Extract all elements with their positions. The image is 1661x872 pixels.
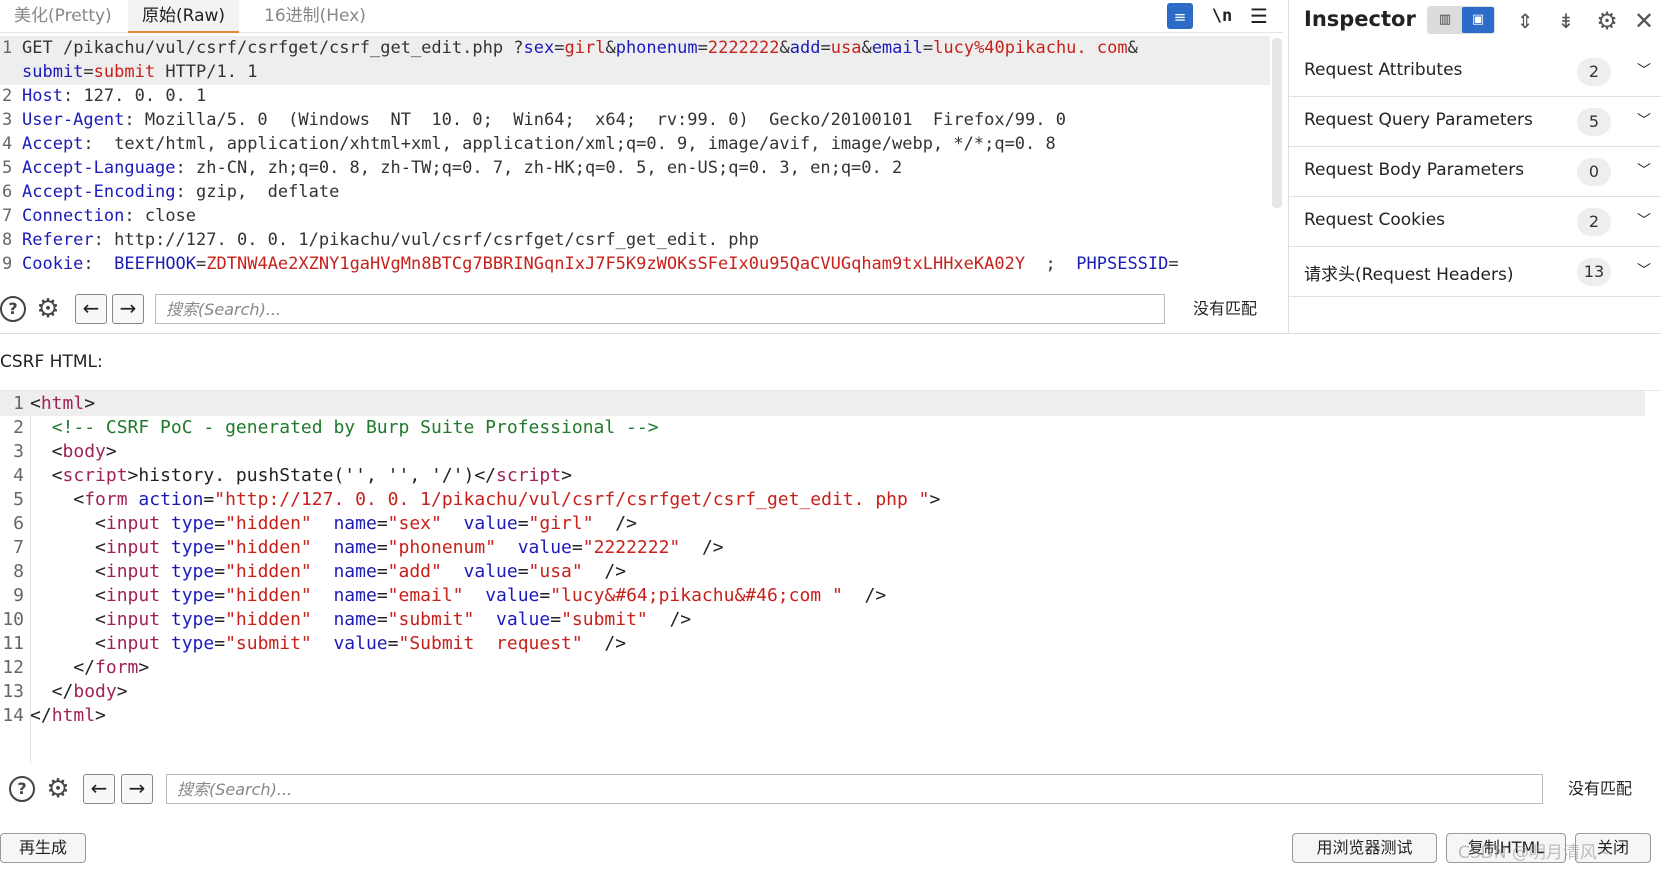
tab-pretty[interactable]: 美化(Pretty) — [0, 0, 126, 33]
code-line: 8 <input type="hidden" name="add" value=… — [13, 561, 627, 582]
watermark: CSDN @明月清风~ — [1458, 843, 1612, 863]
csrf-html-editor[interactable]: 1 <html> 2 <!-- CSRF PoC - generated by B… — [0, 390, 1661, 763]
csrf-search-bar: ? ⚙ ← → 没有匹配 — [0, 769, 1661, 809]
code-line: 2 <!-- CSRF PoC - generated by Burp Suit… — [13, 417, 659, 438]
code-line: 12 </form> — [2, 657, 150, 678]
chevron-down-icon[interactable]: ﹀ — [1637, 260, 1651, 280]
close-icon[interactable]: ✕ — [1629, 6, 1659, 36]
prev-match-button[interactable]: ← — [83, 774, 115, 804]
wrap-text-icon[interactable]: ≡ — [1167, 3, 1193, 29]
editor-tabbar: 美化(Pretty) 原始(Raw) 16进制(Hex) ≡ \n ☰ — [0, 0, 1283, 33]
code-line: 4 <script>history. pushState('', '', '/'… — [13, 465, 572, 486]
inspector-panel: Inspector ▥ ▣ ⇕ ⇟ ⚙ ✕ Request Attributes… — [1288, 0, 1661, 333]
chevron-down-icon[interactable]: ﹀ — [1637, 210, 1651, 230]
section-count-badge: 5 — [1577, 108, 1611, 136]
section-count-badge: 0 — [1577, 158, 1611, 186]
csrf-search-input[interactable] — [166, 774, 1543, 804]
csrf-html-label: CSRF HTML: — [0, 352, 103, 372]
chevron-down-icon[interactable]: ﹀ — [1637, 110, 1651, 130]
request-editor[interactable]: 1 GET /pikachu/vul/csrf/csrfget/csrf_get_… — [0, 36, 1283, 284]
code-line: 9 <input type="hidden" name="email" valu… — [13, 585, 887, 606]
inspector-section-request-attributes[interactable]: Request Attributes 2 ﹀ — [1289, 47, 1661, 97]
help-icon[interactable]: ? — [9, 776, 35, 802]
code-line: 6 <input type="hidden" name="sex" value=… — [13, 513, 637, 534]
request-search-input[interactable] — [155, 294, 1165, 324]
next-match-button[interactable]: → — [121, 774, 153, 804]
gear-icon[interactable]: ⚙ — [33, 294, 63, 324]
tab-raw[interactable]: 原始(Raw) — [128, 0, 240, 33]
layout-bottom-icon[interactable]: ▣ — [1462, 7, 1494, 33]
chevron-down-icon[interactable]: ﹀ — [1637, 160, 1651, 180]
inspector-section-query-parameters[interactable]: Request Query Parameters 5 ﹀ — [1289, 97, 1661, 147]
code-line: 11 <input type="submit" value="Submit re… — [2, 633, 627, 654]
header-line: 2 Host: 127. 0. 0. 1 — [2, 86, 207, 106]
section-label: Request Attributes — [1304, 60, 1463, 80]
header-line: 6 Accept-Encoding: gzip, deflate — [2, 182, 340, 202]
hamburger-menu-icon[interactable]: ☰ — [1245, 2, 1273, 30]
panel-divider[interactable] — [0, 333, 1661, 334]
help-icon[interactable]: ? — [0, 296, 26, 322]
section-label: 请求头(Request Headers) — [1304, 265, 1514, 285]
chevron-down-icon[interactable]: ﹀ — [1637, 60, 1651, 80]
section-count-badge: 13 — [1577, 258, 1611, 286]
code-line: 5 <form action="http://127. 0. 0. 1/pika… — [13, 489, 941, 510]
prev-match-button[interactable]: ← — [75, 294, 107, 324]
header-line: 5 Accept-Language: zh-CN, zh;q=0. 8, zh-T… — [2, 158, 903, 178]
collapse-all-icon[interactable]: ⇟ — [1551, 6, 1581, 36]
cookie-line: 9 Cookie: BEEFHOOK=ZDTNW4Ae2XZNY1gaHVgMn8… — [2, 254, 1179, 274]
tab-hex[interactable]: 16进制(Hex) — [250, 0, 380, 33]
layout-toggle: ▥ ▣ — [1427, 6, 1495, 34]
regenerate-button[interactable]: 再生成 — [0, 833, 86, 863]
header-line: 8 Referer: http://127. 0. 0. 1/pikachu/vu… — [2, 230, 759, 250]
section-count-badge: 2 — [1577, 208, 1611, 236]
header-line: 7 Connection: close — [2, 206, 197, 226]
request-line-1: 1 GET /pikachu/vul/csrf/csrfget/csrf_get_… — [0, 36, 1270, 61]
inspector-section-cookies[interactable]: Request Cookies 2 ﹀ — [1289, 197, 1661, 247]
request-line-1-wrap: submit=submit HTTP/1. 1 — [0, 60, 1270, 85]
request-search-status: 没有匹配 — [1193, 299, 1258, 318]
inspector-section-request-headers[interactable]: 请求头(Request Headers) 13 ﹀ — [1289, 247, 1661, 297]
request-search-bar: ? ⚙ ← → 没有匹配 — [0, 289, 1283, 329]
inspector-title: Inspector — [1304, 7, 1416, 31]
csrf-search-status: 没有匹配 — [1568, 779, 1633, 798]
code-line: 7 <input type="hidden" name="phonenum" v… — [13, 537, 724, 558]
code-line: 14 </html> — [2, 705, 106, 726]
code-line: 10 <input type="hidden" name="submit" va… — [2, 609, 692, 630]
gear-icon[interactable]: ⚙ — [43, 774, 73, 804]
code-line: 1 <html> — [0, 391, 1645, 416]
section-label: Request Query Parameters — [1304, 110, 1533, 130]
inspector-section-body-parameters[interactable]: Request Body Parameters 0 ﹀ — [1289, 147, 1661, 197]
inspector-header: Inspector ▥ ▣ ⇕ ⇟ ⚙ ✕ — [1289, 0, 1661, 42]
next-match-button[interactable]: → — [112, 294, 144, 324]
expand-all-icon[interactable]: ⇕ — [1510, 6, 1540, 36]
header-line: 4 Accept: text/html, application/xhtml+xm… — [2, 134, 1056, 154]
newline-toggle-button[interactable]: \n — [1208, 2, 1236, 30]
request-scrollbar[interactable] — [1272, 38, 1282, 208]
gear-icon[interactable]: ⚙ — [1592, 6, 1622, 36]
section-label: Request Body Parameters — [1304, 160, 1525, 180]
code-line: 3 <body> — [13, 441, 117, 462]
section-label: Request Cookies — [1304, 210, 1446, 230]
header-line: 3 User-Agent: Mozilla/5. 0 (Windows NT 10… — [2, 110, 1066, 130]
test-in-browser-button[interactable]: 用浏览器测试 — [1292, 833, 1437, 863]
section-count-badge: 2 — [1577, 58, 1611, 86]
layout-side-icon[interactable]: ▥ — [1430, 9, 1460, 31]
code-line: 13 </body> — [2, 681, 128, 702]
request-panel: 美化(Pretty) 原始(Raw) 16进制(Hex) ≡ \n ☰ 1 GET… — [0, 0, 1283, 333]
